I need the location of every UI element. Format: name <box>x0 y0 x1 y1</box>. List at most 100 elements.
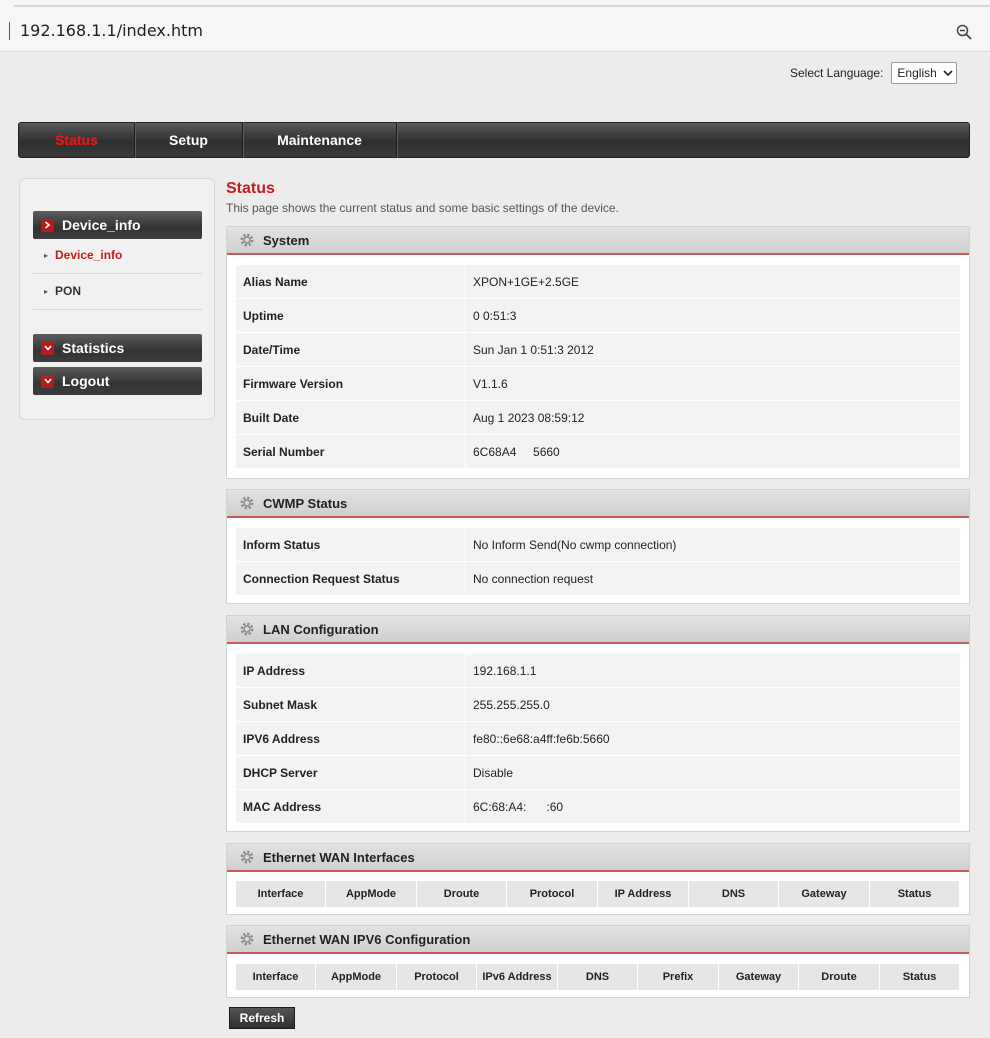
row-value: 255.255.255.0 <box>466 688 960 721</box>
language-selector: Select Language: English <box>790 62 958 84</box>
row-key: IPV6 Address <box>236 722 465 755</box>
gear-icon <box>240 850 254 864</box>
address-url[interactable]: 192.168.1.1/index.htm <box>20 21 203 40</box>
section-title: System <box>263 232 310 248</box>
wan-ipv6-table-header: Interface AppMode Protocol IPv6 Address … <box>236 964 960 990</box>
lan-section: LAN Configuration IP Address 192.168.1.1 … <box>226 615 970 832</box>
text-caret <box>9 22 10 40</box>
table-row: IP Address 192.168.1.1 <box>236 654 960 688</box>
system-section: System Alias Name XPON+1GE+2.5GE Uptime 0 … <box>226 226 970 479</box>
column-header: Interface <box>236 881 326 907</box>
wan-ipv6-section: Ethernet WAN IPV6 Configuration Interfac… <box>226 925 970 998</box>
section-header: Ethernet WAN Interfaces <box>227 844 969 872</box>
table-row: DHCP Server Disable <box>236 756 960 790</box>
section-header: CWMP Status <box>227 490 969 518</box>
column-header: Status <box>880 964 960 990</box>
row-key: Firmware Version <box>236 367 465 400</box>
section-title: Ethernet WAN Interfaces <box>263 849 415 865</box>
section-header: LAN Configuration <box>227 616 969 644</box>
language-selected-value: English <box>897 66 937 80</box>
zoom-icon[interactable] <box>956 24 972 40</box>
gear-icon <box>240 496 254 510</box>
row-key: Inform Status <box>236 528 465 561</box>
row-key: DHCP Server <box>236 756 465 789</box>
row-key: Built Date <box>236 401 465 434</box>
section-title: LAN Configuration <box>263 621 379 637</box>
row-value: fe80::6e68:a4ff:fe6b:5660 <box>466 722 960 755</box>
table-row: IPV6 Address fe80::6e68:a4ff:fe6b:5660 <box>236 722 960 756</box>
row-value: No Inform Send(No cwmp connection) <box>466 528 960 561</box>
column-header: Droute <box>799 964 880 990</box>
column-header: Interface <box>236 964 316 990</box>
row-value: Sun Jan 1 0:51:3 2012 <box>466 333 960 366</box>
column-header: DNS <box>689 881 779 907</box>
sidebar-divider <box>33 273 202 274</box>
sidebar-item-statistics[interactable]: Statistics <box>33 334 202 362</box>
column-header: Gateway <box>779 881 870 907</box>
column-header: AppMode <box>316 964 397 990</box>
gear-icon <box>240 932 254 946</box>
row-key: Serial Number <box>236 435 465 468</box>
column-header: Droute <box>417 881 507 907</box>
sidebar-item-label: Device_info <box>62 217 141 233</box>
row-key: MAC Address <box>236 790 465 823</box>
sidebar-subitem-label: Device_info <box>55 248 123 262</box>
bullet-arrow-icon: ▸ <box>44 250 49 260</box>
table-row: Firmware Version V1.1.6 <box>236 367 960 401</box>
row-value: XPON+1GE+2.5GE <box>466 265 960 298</box>
sidebar-subitem-label: PON <box>55 284 82 298</box>
sidebar-subitem-pon[interactable]: ▸ PON <box>33 281 202 301</box>
column-header: IPv6 Address <box>477 964 558 990</box>
row-value: 0 0:51:3 <box>466 299 960 332</box>
table-row: Built Date Aug 1 2023 08:59:12 <box>236 401 960 435</box>
table-row: MAC Address 6C:68:A4: :60 <box>236 790 960 824</box>
chevron-down-icon <box>940 65 956 81</box>
system-table: Alias Name XPON+1GE+2.5GE Uptime 0 0:51:3 … <box>236 265 960 469</box>
row-key: Uptime <box>236 299 465 332</box>
nav-maintenance[interactable]: Maintenance <box>243 122 397 158</box>
top-navigation: Status Setup Maintenance <box>18 122 970 158</box>
column-header: AppMode <box>326 881 417 907</box>
row-key: Connection Request Status <box>236 562 465 595</box>
row-key: Alias Name <box>236 265 465 298</box>
section-title: Ethernet WAN IPV6 Configuration <box>263 931 471 947</box>
cwmp-section: CWMP Status Inform Status No Inform Send(… <box>226 489 970 604</box>
nav-status[interactable]: Status <box>19 122 135 158</box>
row-key: IP Address <box>236 654 465 687</box>
row-value: 6C:68:A4: :60 <box>466 790 960 823</box>
row-value: 6C68A4 5660 <box>466 435 960 468</box>
nav-setup[interactable]: Setup <box>135 122 243 158</box>
cwmp-table: Inform Status No Inform Send(No cwmp conn… <box>236 528 960 596</box>
row-value: Aug 1 2023 08:59:12 <box>466 401 960 434</box>
lan-table: IP Address 192.168.1.1 Subnet Mask 255.255… <box>236 654 960 824</box>
column-header: Prefix <box>638 964 719 990</box>
row-value: V1.1.6 <box>466 367 960 400</box>
table-row: Inform Status No Inform Send(No cwmp conn… <box>236 528 960 562</box>
column-header: Gateway <box>719 964 799 990</box>
sidebar-item-label: Statistics <box>62 340 125 356</box>
sidebar-divider <box>33 309 202 310</box>
row-value: 192.168.1.1 <box>466 654 960 687</box>
row-key: Subnet Mask <box>236 688 465 721</box>
sidebar-item-logout[interactable]: Logout <box>33 367 202 395</box>
language-select[interactable]: English <box>891 62 958 84</box>
browser-address-bar: 192.168.1.1/index.htm <box>0 0 990 52</box>
column-header: DNS <box>558 964 638 990</box>
column-header: Protocol <box>397 964 477 990</box>
table-row: Alias Name XPON+1GE+2.5GE <box>236 265 960 299</box>
section-header: System <box>227 227 969 255</box>
refresh-button[interactable]: Refresh <box>229 1007 295 1029</box>
table-row: Uptime 0 0:51:3 <box>236 299 960 333</box>
bullet-arrow-icon: ▸ <box>44 286 49 296</box>
table-row: Subnet Mask 255.255.255.0 <box>236 688 960 722</box>
gear-icon <box>240 622 254 636</box>
column-header: IP Address <box>598 881 689 907</box>
sidebar-item-device-info[interactable]: Device_info <box>33 211 202 239</box>
row-value: No connection request <box>466 562 960 595</box>
sidebar-subitem-device-info[interactable]: ▸ Device_info <box>33 245 202 265</box>
row-value: Disable <box>466 756 960 789</box>
page-description: This page shows the current status and s… <box>226 201 619 215</box>
chevron-right-icon <box>41 218 54 232</box>
column-header: Status <box>870 881 960 907</box>
section-title: CWMP Status <box>263 495 348 511</box>
